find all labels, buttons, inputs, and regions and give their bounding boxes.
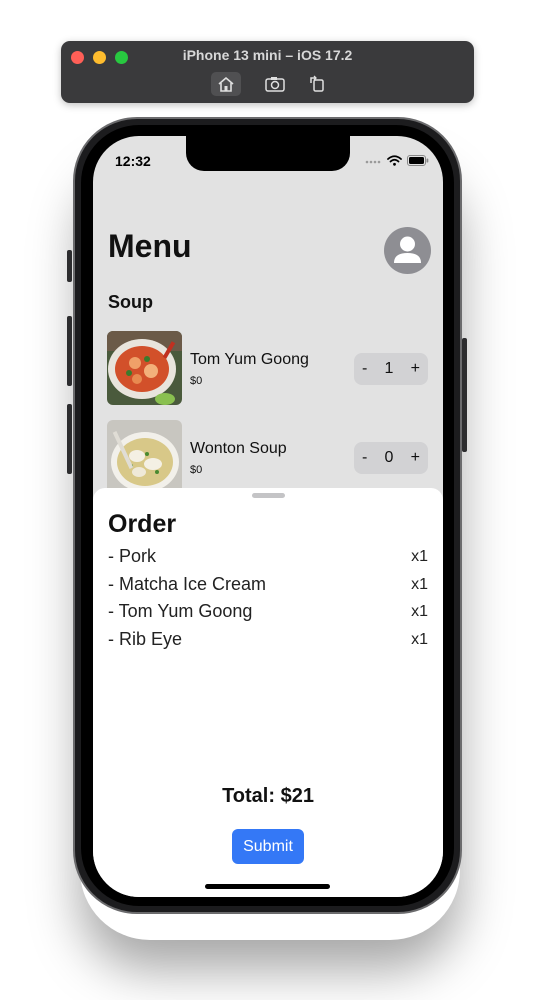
wifi-icon (387, 155, 402, 166)
sheet-grabber[interactable] (252, 493, 285, 498)
quantity-stepper: - 1 + (354, 353, 428, 385)
order-item-qty: x1 (411, 576, 428, 593)
soup-bowl-image (107, 331, 182, 405)
notch (186, 136, 350, 171)
order-item-name: - Pork (108, 546, 157, 566)
order-line-item: - Rib Eye x1 (108, 629, 428, 650)
phone-screen: 12:32 Menu Soup Tom Yum Goong $0 - 1 + W… (93, 136, 443, 897)
order-line-item: - Matcha Ice Cream x1 (108, 574, 428, 595)
order-line-item: - Tom Yum Goong x1 (108, 601, 428, 622)
increment-button[interactable]: + (411, 360, 420, 378)
simulator-title: iPhone 13 mini – iOS 17.2 (182, 47, 353, 63)
order-line-item: - Pork x1 (108, 546, 428, 567)
status-time: 12:32 (115, 153, 151, 169)
order-title: Order (108, 510, 177, 538)
page-title: Menu (108, 228, 192, 264)
screenshot-icon (265, 77, 285, 92)
tom-yum-image (107, 331, 182, 405)
quantity-value: 1 (384, 360, 394, 377)
home-icon (218, 76, 234, 92)
increment-button[interactable]: + (411, 449, 420, 467)
submit-button[interactable]: Submit (232, 829, 304, 864)
person-icon (394, 236, 421, 263)
volume-down-button (67, 404, 72, 474)
profile-avatar-button[interactable] (384, 227, 431, 274)
item-name: Wonton Soup (190, 440, 287, 457)
home-indicator[interactable] (205, 884, 330, 889)
signal-icon (365, 160, 381, 163)
rotate-icon (310, 75, 324, 92)
decrement-button[interactable]: - (362, 360, 367, 378)
quantity-value: 0 (384, 449, 394, 466)
order-item-qty: x1 (411, 548, 428, 565)
volume-up-button (67, 316, 72, 386)
order-item-name: - Rib Eye (108, 629, 183, 649)
section-title-soup: Soup (108, 292, 153, 312)
power-button (462, 338, 467, 452)
order-item-name: - Matcha Ice Cream (108, 574, 267, 594)
soup-bowl-image (107, 420, 182, 494)
item-price: $0 (190, 464, 203, 476)
menu-item: Tom Yum Goong $0 - 1 + (107, 331, 429, 405)
battery-icon (407, 155, 429, 166)
order-item-qty: x1 (411, 603, 428, 620)
item-price: $0 (190, 375, 203, 387)
order-sheet: Order - Pork x1 - Matcha Ice Cream x1 - … (93, 488, 443, 897)
screenshot-button[interactable] (260, 72, 290, 96)
simulator-toolbar: iPhone 13 mini – iOS 17.2 (61, 41, 474, 103)
order-item-name: - Tom Yum Goong (108, 601, 253, 621)
status-icons (365, 155, 429, 166)
rotate-button[interactable] (303, 72, 333, 96)
decrement-button[interactable]: - (362, 449, 367, 467)
item-name: Tom Yum Goong (190, 351, 309, 368)
wonton-soup-image (107, 420, 182, 494)
silent-switch (67, 250, 72, 282)
order-item-qty: x1 (411, 631, 428, 648)
quantity-stepper: - 0 + (354, 442, 428, 474)
menu-item: Wonton Soup $0 - 0 + (107, 420, 429, 494)
home-button[interactable] (211, 72, 241, 96)
order-total: Total: $21 (222, 785, 314, 807)
